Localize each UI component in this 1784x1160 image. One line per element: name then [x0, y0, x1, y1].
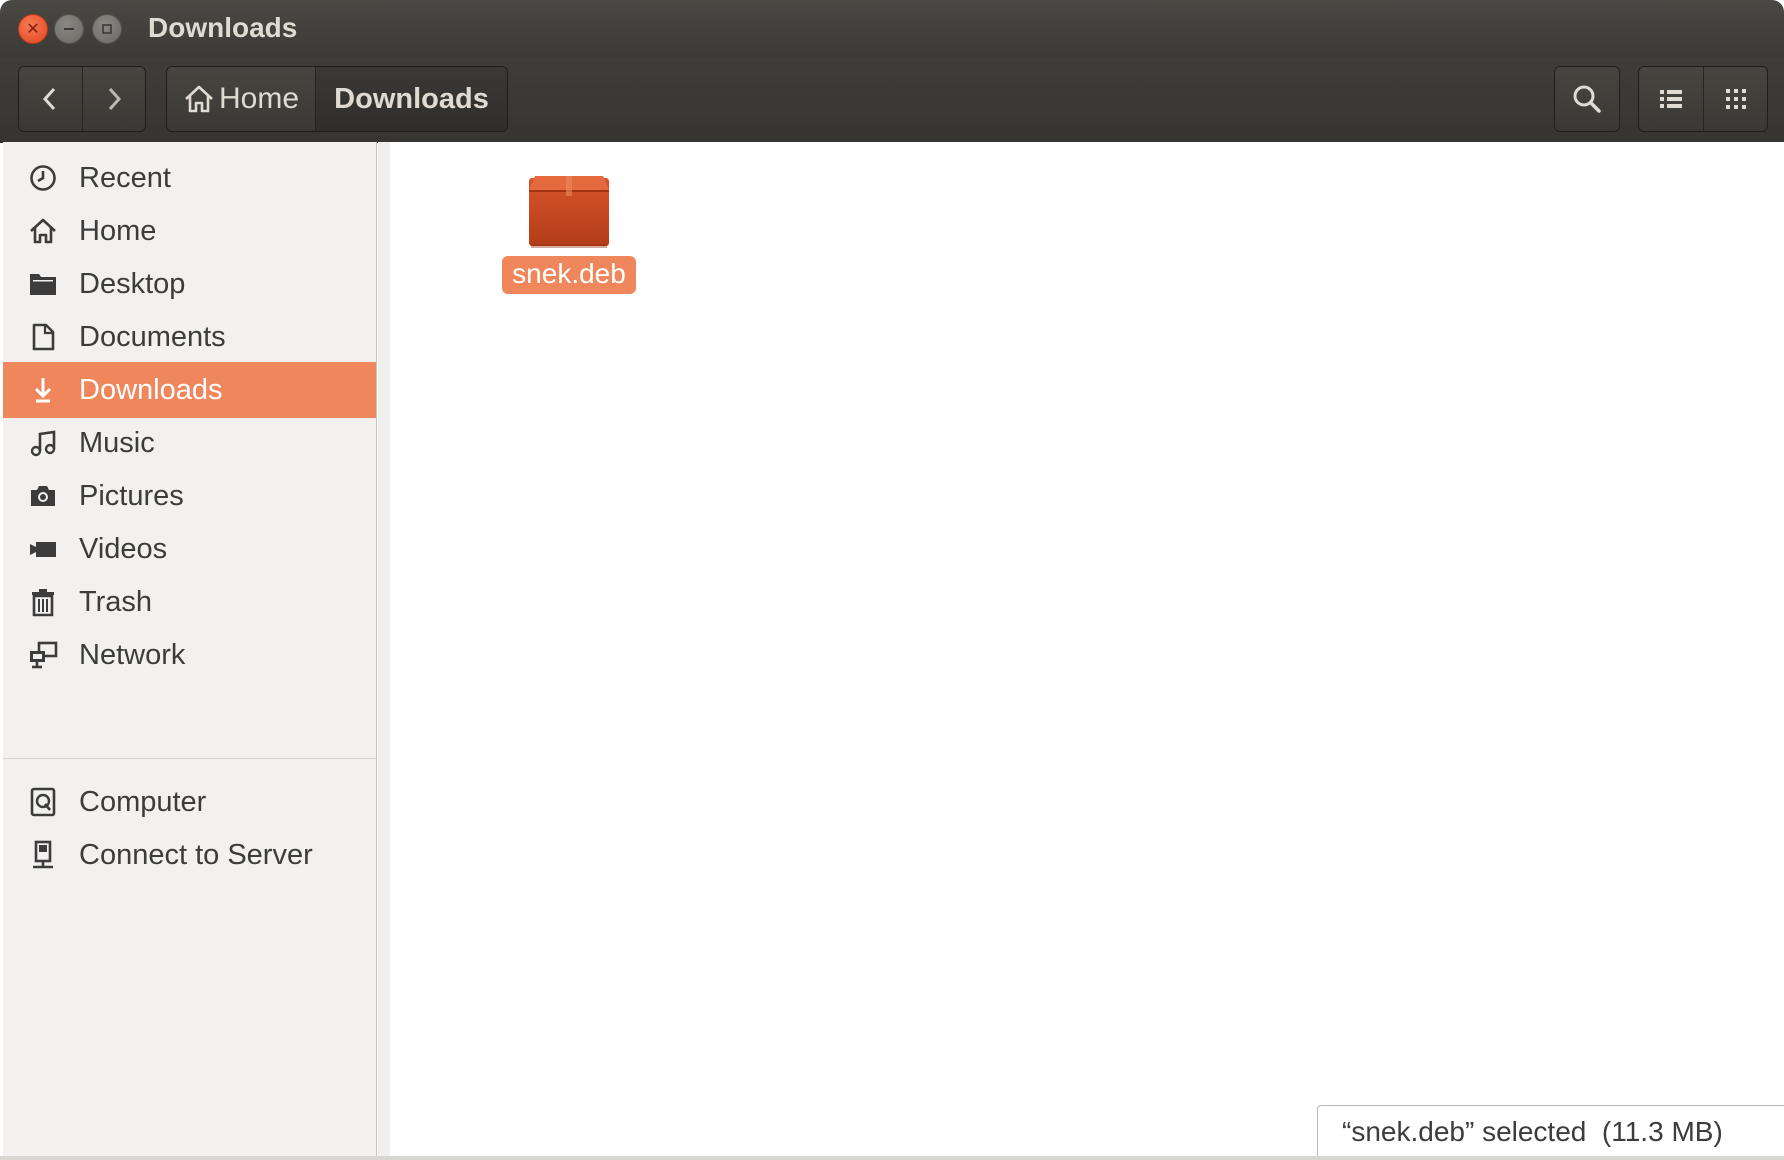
sidebar-item-connect-to-server[interactable]: Connect to Server [3, 827, 376, 883]
sidebar-item-computer[interactable]: Computer [3, 774, 376, 830]
server-icon [25, 837, 61, 873]
file-item[interactable]: snek.deb [494, 172, 644, 302]
list-view-button[interactable] [1639, 67, 1703, 131]
minimize-icon [64, 28, 74, 30]
sidebar: Recent Home Desktop Documents Downloads … [3, 142, 377, 1156]
network-icon [25, 637, 61, 673]
computer-icon [25, 784, 61, 820]
folder-icon [25, 266, 61, 302]
chevron-right-icon [108, 87, 122, 111]
window-bottom-edge [0, 1156, 1784, 1160]
sidebar-item-label: Connect to Server [79, 838, 313, 871]
file-view[interactable]: snek.deb [378, 142, 1784, 1160]
document-icon [25, 319, 61, 355]
sidebar-item-music[interactable]: Music [3, 415, 376, 471]
sidebar-item-pictures[interactable]: Pictures [3, 468, 376, 524]
clock-icon [25, 160, 61, 196]
sidebar-item-label: Desktop [79, 267, 186, 300]
home-icon [25, 213, 61, 249]
search-button-group [1554, 66, 1620, 132]
minimize-window-button[interactable] [54, 14, 84, 44]
sidebar-item-downloads[interactable]: Downloads [3, 362, 376, 418]
navigation-buttons [18, 66, 146, 132]
sidebar-item-label: Pictures [79, 479, 184, 512]
window-title: Downloads [148, 12, 298, 43]
title-bar[interactable]: ✕ Downloads [0, 0, 1784, 58]
sidebar-item-network[interactable]: Network [3, 627, 376, 683]
package-icon [529, 176, 609, 248]
search-button[interactable] [1555, 67, 1619, 131]
sidebar-item-recent[interactable]: Recent [3, 150, 376, 206]
sidebar-item-documents[interactable]: Documents [3, 309, 376, 365]
status-text: “snek.deb” selected (11.3 MB) [1342, 1115, 1723, 1147]
home-icon [185, 85, 213, 113]
maximize-window-button[interactable] [92, 14, 122, 44]
list-view-icon [1660, 90, 1682, 108]
selection-status: “snek.deb” selected (11.3 MB) [1317, 1105, 1784, 1157]
breadcrumb-home[interactable]: Home [167, 67, 315, 131]
file-manager-window: ✕ Downloads Home Downloads Recent Home D… [0, 0, 1784, 1160]
search-icon [1573, 85, 1601, 113]
sidebar-item-label: Network [79, 638, 186, 671]
toolbar: Home Downloads [0, 58, 1784, 143]
breadcrumb: Home Downloads [166, 66, 508, 132]
chevron-left-icon [43, 87, 56, 111]
trash-icon [25, 584, 61, 620]
close-window-button[interactable]: ✕ [18, 14, 48, 44]
breadcrumb-downloads-label: Downloads [334, 82, 489, 115]
video-icon [25, 531, 61, 567]
sidebar-item-trash[interactable]: Trash [3, 574, 376, 630]
close-icon: ✕ [26, 21, 40, 38]
breadcrumb-downloads[interactable]: Downloads [315, 67, 507, 131]
view-toggle [1638, 66, 1768, 132]
grid-view-button[interactable] [1703, 67, 1767, 131]
back-button[interactable] [19, 67, 82, 131]
grid-view-icon [1725, 89, 1746, 109]
sidebar-item-label: Home [79, 214, 157, 247]
sidebar-item-label: Trash [79, 585, 153, 618]
sidebar-item-desktop[interactable]: Desktop [3, 256, 376, 312]
camera-icon [25, 478, 61, 514]
sidebar-item-label: Downloads [79, 373, 223, 406]
music-icon [25, 425, 61, 461]
sidebar-item-label: Videos [79, 532, 168, 565]
download-icon [25, 372, 61, 408]
sidebar-item-label: Recent [79, 161, 171, 194]
sidebar-item-videos[interactable]: Videos [3, 521, 376, 577]
sidebar-item-label: Computer [79, 785, 207, 818]
maximize-icon [102, 24, 112, 34]
sidebar-item-home[interactable]: Home [3, 203, 376, 259]
file-name: snek.deb [502, 256, 636, 294]
sidebar-item-label: Music [79, 426, 155, 459]
forward-button[interactable] [81, 67, 145, 131]
sidebar-divider [3, 758, 376, 759]
sidebar-item-label: Documents [79, 320, 226, 353]
breadcrumb-home-label: Home [218, 82, 300, 115]
